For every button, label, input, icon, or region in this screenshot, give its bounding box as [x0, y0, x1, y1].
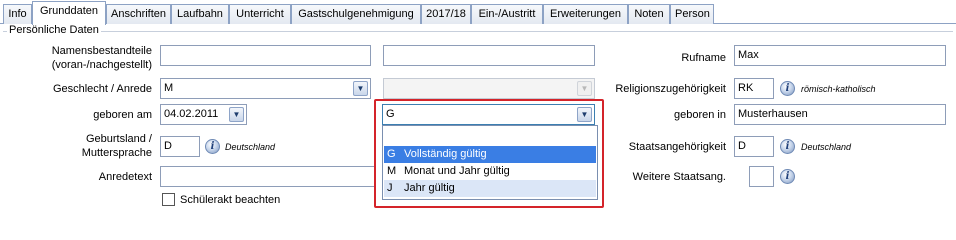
option-text: Jahr gültig	[404, 182, 455, 194]
rufname-input[interactable]: Max	[734, 45, 946, 66]
date-precision-value: G	[386, 108, 395, 120]
namensbestandteil-nach-input[interactable]	[383, 45, 595, 66]
dropdown-option-m[interactable]: M Monat und Jahr gültig	[384, 163, 596, 180]
namensbestandteile-label-line1: Namensbestandteile	[51, 45, 152, 57]
geboren-am-value: 04.02.2011	[164, 108, 219, 120]
dropdown-option-j[interactable]: J Jahr gültig	[384, 180, 596, 197]
namensbestandteile-label: Namensbestandteile (voran-/nachgestellt)	[20, 44, 152, 72]
namensbestandteil-vor-input[interactable]	[160, 45, 371, 66]
info-icon[interactable]: i	[780, 139, 795, 154]
staatsangehoerigkeit-text: Deutschland	[801, 142, 852, 152]
anrede-select: ▼	[383, 78, 595, 99]
date-precision-list: G Vollständig gültig M Monat und Jahr gü…	[382, 125, 598, 200]
staatsangehoerigkeit-code-input[interactable]: D	[734, 136, 774, 157]
group-divider	[3, 31, 953, 32]
geschlecht-select[interactable]: M ▼	[160, 78, 371, 99]
namensbestandteile-label-line2: (voran-/nachgestellt)	[51, 59, 152, 71]
tab-laufbahn[interactable]: Laufbahn	[171, 4, 229, 24]
schuelerakt-label: Schülerakt beachten	[180, 194, 281, 206]
chevron-down-icon[interactable]: ▼	[577, 107, 592, 122]
dropdown-option-empty[interactable]	[384, 129, 596, 146]
religion-label: Religionszugehörigkeit	[615, 83, 726, 95]
schuelerakt-checkbox[interactable]	[162, 193, 175, 206]
rufname-label: Rufname	[681, 52, 726, 64]
group-title: Persönliche Daten	[7, 24, 101, 36]
weitere-staatsang-input[interactable]	[749, 166, 774, 187]
tab-info[interactable]: Info	[3, 4, 32, 24]
tab-person[interactable]: Person	[670, 4, 714, 24]
geburtsland-label-line1: Geburtsland /	[85, 133, 152, 145]
info-icon[interactable]: i	[780, 169, 795, 184]
tab-unterricht[interactable]: Unterricht	[229, 4, 291, 24]
tab-grunddaten[interactable]: Grunddaten	[32, 1, 106, 25]
religion-text: römisch-katholisch	[801, 84, 876, 94]
chevron-down-icon: ▼	[577, 81, 592, 96]
tab-anschriften[interactable]: Anschriften	[106, 4, 171, 24]
anredetext-label: Anredetext	[98, 171, 152, 183]
tab-ein-austritt[interactable]: Ein-/Austritt	[471, 4, 543, 24]
dropdown-option-g[interactable]: G Vollständig gültig	[384, 146, 596, 163]
tab-erweiterungen[interactable]: Erweiterungen	[543, 4, 628, 24]
tab-gastschulgenehmigung[interactable]: Gastschulgenehmigung	[291, 4, 421, 24]
geburtsland-label-line2: Muttersprache	[81, 147, 152, 159]
staatsangehoerigkeit-label: Staatsangehörigkeit	[628, 141, 726, 153]
date-precision-select[interactable]: G ▼	[382, 104, 595, 125]
religion-code-input[interactable]: RK	[734, 78, 774, 99]
option-code: J	[387, 182, 393, 194]
geschlecht-value: M	[164, 82, 174, 94]
option-code: M	[387, 165, 397, 177]
geboren-in-input[interactable]: Musterhausen	[734, 104, 946, 125]
geburtsland-text: Deutschland	[225, 142, 276, 152]
geboren-am-label: geboren am	[93, 109, 152, 121]
option-text: Monat und Jahr gültig	[404, 165, 510, 177]
geboren-in-label: geboren in	[674, 109, 726, 121]
info-icon[interactable]: i	[780, 81, 795, 96]
chevron-down-icon[interactable]: ▼	[229, 107, 244, 122]
weitere-staatsang-label: Weitere Staatsang.	[632, 171, 726, 183]
info-icon[interactable]: i	[205, 139, 220, 154]
geburtsland-code-input[interactable]: D	[160, 136, 200, 157]
tab-schuljahr[interactable]: 2017/18	[421, 4, 471, 24]
tab-bar: Info Grunddaten Anschriften Laufbahn Unt…	[0, 0, 956, 25]
option-text: Vollständig gültig	[404, 148, 487, 160]
anredetext-input[interactable]	[160, 166, 376, 187]
geboren-am-input[interactable]: 04.02.2011 ▼	[160, 104, 247, 125]
chevron-down-icon[interactable]: ▼	[353, 81, 368, 96]
geschlecht-label: Geschlecht / Anrede	[52, 83, 152, 95]
tab-noten[interactable]: Noten	[628, 4, 670, 24]
option-code: G	[387, 148, 396, 160]
geburtsland-label: Geburtsland / Muttersprache	[20, 132, 152, 160]
